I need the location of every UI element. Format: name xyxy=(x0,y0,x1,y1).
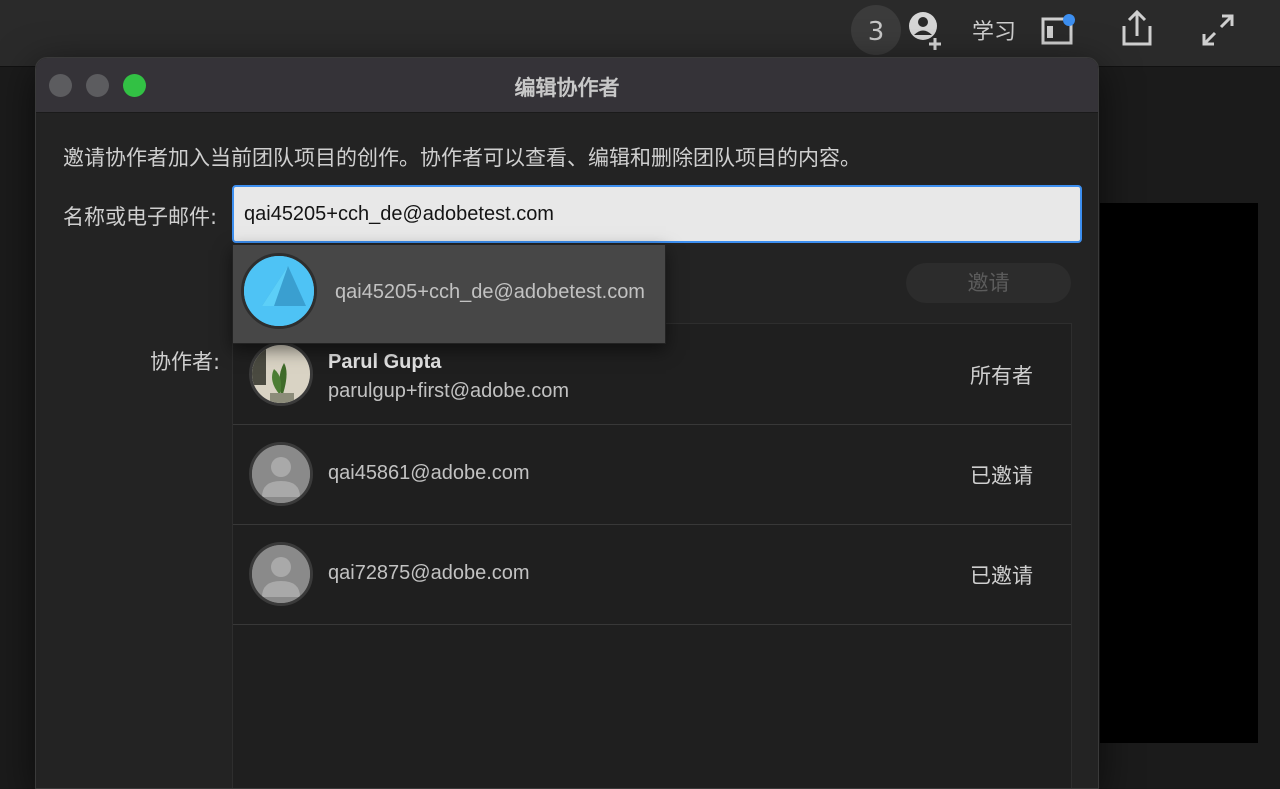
suggestion-avatar-icon xyxy=(241,253,317,329)
collaborator-email: parulgup+first@adobe.com xyxy=(328,380,569,402)
collaborator-name: Parul Gupta xyxy=(328,351,442,373)
collaborator-role: 已邀请 xyxy=(970,464,1033,488)
share-icon[interactable] xyxy=(1118,8,1156,48)
list-item: qai45861@adobe.com 已邀请 xyxy=(233,424,1071,525)
collaborator-email: qai45861@adobe.com xyxy=(328,462,530,484)
default-avatar-icon xyxy=(249,442,313,506)
collaborator-role: 所有者 xyxy=(970,364,1033,388)
dialog-title: 编辑协作者 xyxy=(514,76,620,100)
collaborators-list: Parul Gupta parulgup+first@adobe.com 所有者… xyxy=(232,323,1072,788)
add-user-icon[interactable] xyxy=(906,8,946,52)
edit-collaborators-dialog: 编辑协作者 邀请协作者加入当前团队项目的创作。协作者可以查看、编辑和删除团队项目… xyxy=(35,57,1099,789)
expand-icon[interactable] xyxy=(1198,10,1238,50)
panel-icon[interactable] xyxy=(1040,12,1076,48)
default-avatar-icon xyxy=(249,542,313,606)
preview-panel xyxy=(1100,203,1258,743)
avatar xyxy=(249,342,313,406)
email-suggestion-item[interactable]: qai45205+cch_de@adobetest.com xyxy=(232,244,666,344)
dialog-description: 邀请协作者加入当前团队项目的创作。协作者可以查看、编辑和删除团队项目的内容。 xyxy=(63,146,861,170)
name-or-email-label: 名称或电子邮件: xyxy=(63,205,218,229)
notification-count-badge[interactable]: 3 xyxy=(851,5,901,55)
invite-button[interactable]: 邀请 xyxy=(906,263,1071,303)
list-item: qai72875@adobe.com 已邀请 xyxy=(233,524,1071,625)
collaborator-email: qai72875@adobe.com xyxy=(328,562,530,584)
name-or-email-input[interactable]: qai45205+cch_de@adobetest.com xyxy=(232,185,1082,243)
collaborator-role: 已邀请 xyxy=(970,564,1033,588)
learn-link[interactable]: 学习 xyxy=(972,14,1016,46)
collaborators-label: 协作者: xyxy=(150,350,221,374)
suggestion-email: qai45205+cch_de@adobetest.com xyxy=(335,281,645,303)
dialog-titlebar: 编辑协作者 xyxy=(36,58,1098,113)
